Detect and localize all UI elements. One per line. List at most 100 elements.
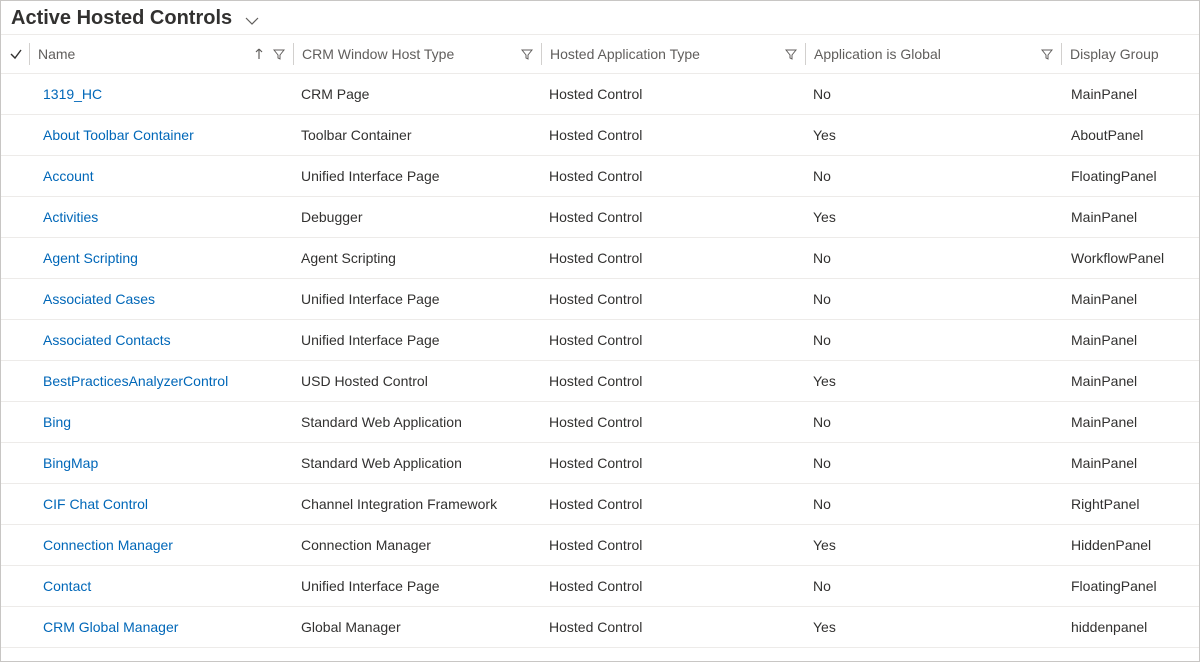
column-header-is-global[interactable]: Application is Global (805, 43, 1061, 65)
record-link[interactable]: Agent Scripting (43, 250, 138, 266)
column-header-label: Name (38, 46, 75, 62)
cell-display-group: MainPanel (1061, 363, 1199, 399)
cell-app-type: Hosted Control (541, 158, 805, 194)
data-grid: Name CRM Window Host Type (1, 34, 1199, 648)
row-selector[interactable] (1, 332, 29, 348)
cell-is-global: No (805, 240, 1061, 276)
cell-display-group: MainPanel (1061, 76, 1199, 112)
cell-display-group: hiddenpanel (1061, 609, 1199, 645)
row-selector[interactable] (1, 168, 29, 184)
filter-icon[interactable] (1041, 48, 1053, 60)
grid-header-row: Name CRM Window Host Type (1, 34, 1199, 74)
table-row[interactable]: Account Unified Interface PageHosted Cont… (1, 156, 1199, 197)
row-selector[interactable] (1, 578, 29, 594)
cell-is-global: No (805, 76, 1061, 112)
column-header-label: Hosted Application Type (550, 46, 700, 62)
record-link[interactable]: 1319_HC (43, 86, 102, 102)
cell-display-group: MainPanel (1061, 404, 1199, 440)
column-header-app-type[interactable]: Hosted Application Type (541, 43, 805, 65)
cell-app-type: Hosted Control (541, 445, 805, 481)
table-row[interactable]: Associated CasesUnified Interface PageHo… (1, 279, 1199, 320)
cell-name: Associated Contacts (29, 322, 293, 358)
cell-host-type: USD Hosted Control (293, 363, 541, 399)
table-row[interactable]: 1319_HC CRM PageHosted ControlNoMainPanel (1, 74, 1199, 115)
table-row[interactable]: Associated ContactsUnified Interface Pag… (1, 320, 1199, 361)
cell-is-global: Yes (805, 363, 1061, 399)
cell-app-type: Hosted Control (541, 609, 805, 645)
column-header-select-all[interactable] (1, 43, 29, 65)
cell-app-type: Hosted Control (541, 486, 805, 522)
cell-is-global: Yes (805, 117, 1061, 153)
record-link[interactable]: Contact (43, 578, 91, 594)
row-selector[interactable] (1, 291, 29, 307)
table-row[interactable]: Agent ScriptingAgent ScriptingHosted Con… (1, 238, 1199, 279)
record-link[interactable]: Associated Contacts (43, 332, 171, 348)
row-selector[interactable] (1, 209, 29, 225)
view-header: Active Hosted Controls (1, 1, 1199, 34)
table-row[interactable]: CRM Global ManagerGlobal ManagerHosted C… (1, 607, 1199, 648)
row-selector[interactable] (1, 250, 29, 266)
record-link[interactable]: BestPracticesAnalyzerControl (43, 373, 228, 389)
row-selector[interactable] (1, 414, 29, 430)
cell-name: CIF Chat Control (29, 486, 293, 522)
column-header-label: CRM Window Host Type (302, 46, 454, 62)
row-selector[interactable] (1, 455, 29, 471)
record-link[interactable]: Associated Cases (43, 291, 155, 307)
row-selector[interactable] (1, 127, 29, 143)
table-row[interactable]: ActivitiesDebuggerHosted ControlYesMainP… (1, 197, 1199, 238)
row-selector[interactable] (1, 619, 29, 635)
cell-host-type: CRM Page (293, 76, 541, 112)
table-row[interactable]: BestPracticesAnalyzerControl USD Hosted C… (1, 361, 1199, 402)
cell-display-group: AboutPanel (1061, 117, 1199, 153)
cell-app-type: Hosted Control (541, 76, 805, 112)
cell-name: Activities (29, 199, 293, 235)
record-link[interactable]: Account (43, 168, 94, 184)
filter-icon[interactable] (273, 48, 285, 60)
table-row[interactable]: Connection ManagerConnection ManagerHost… (1, 525, 1199, 566)
row-selector[interactable] (1, 86, 29, 102)
cell-app-type: Hosted Control (541, 199, 805, 235)
cell-app-type: Hosted Control (541, 404, 805, 440)
record-link[interactable]: CRM Global Manager (43, 619, 178, 635)
cell-is-global: No (805, 158, 1061, 194)
cell-is-global: Yes (805, 609, 1061, 645)
grid-body: 1319_HCCRM PageHosted ControlNoMainPanel… (1, 74, 1199, 648)
cell-display-group: MainPanel (1061, 281, 1199, 317)
record-link[interactable]: CIF Chat Control (43, 496, 148, 512)
cell-is-global: No (805, 281, 1061, 317)
record-link[interactable]: BingMap (43, 455, 98, 471)
record-link[interactable]: Connection Manager (43, 537, 173, 553)
filter-icon[interactable] (521, 48, 533, 60)
column-header-name[interactable]: Name (29, 43, 293, 65)
sort-asc-icon[interactable] (253, 48, 265, 60)
cell-name: BestPracticesAnalyzerControl (29, 363, 293, 399)
record-link[interactable]: Activities (43, 209, 98, 225)
column-header-display-group[interactable]: Display Group (1061, 43, 1199, 65)
table-row[interactable]: CIF Chat ControlChannel Integration Fram… (1, 484, 1199, 525)
column-header-host-type[interactable]: CRM Window Host Type (293, 43, 541, 65)
record-link[interactable]: Bing (43, 414, 71, 430)
cell-host-type: Connection Manager (293, 527, 541, 563)
table-row[interactable]: Bing Standard Web ApplicationHosted Contr… (1, 402, 1199, 443)
table-row[interactable]: About Toolbar Container Toolbar Container… (1, 115, 1199, 156)
cell-host-type: Toolbar Container (293, 117, 541, 153)
cell-app-type: Hosted Control (541, 527, 805, 563)
filter-icon[interactable] (785, 48, 797, 60)
table-row[interactable]: BingMapStandard Web ApplicationHosted Co… (1, 443, 1199, 484)
record-link[interactable]: About Toolbar Container (43, 127, 194, 143)
row-selector[interactable] (1, 537, 29, 553)
row-selector[interactable] (1, 373, 29, 389)
cell-display-group: FloatingPanel (1061, 568, 1199, 604)
cell-name: Associated Cases (29, 281, 293, 317)
cell-host-type: Unified Interface Page (293, 281, 541, 317)
cell-host-type: Unified Interface Page (293, 158, 541, 194)
cell-display-group: WorkflowPanel (1061, 240, 1199, 276)
table-row[interactable]: ContactUnified Interface PageHosted Cont… (1, 566, 1199, 607)
check-icon (9, 47, 23, 61)
row-selector[interactable] (1, 496, 29, 512)
cell-is-global: Yes (805, 527, 1061, 563)
cell-display-group: FloatingPanel (1061, 158, 1199, 194)
cell-host-type: Standard Web Application (293, 404, 541, 440)
cell-name: CRM Global Manager (29, 609, 293, 645)
chevron-down-icon[interactable] (244, 13, 260, 29)
